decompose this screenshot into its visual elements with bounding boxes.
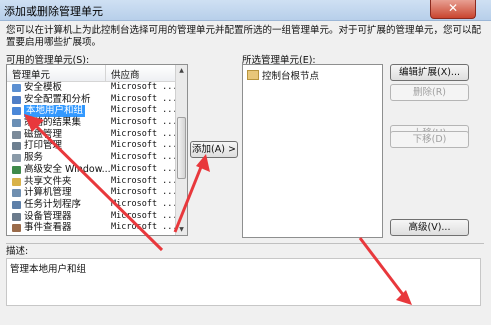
- move-down-button[interactable]: 下移(D): [390, 131, 469, 148]
- advanced-button[interactable]: 高级(V)...: [390, 219, 469, 236]
- description-label: 描述:: [6, 246, 29, 257]
- snapin-name: 事件查看器: [24, 222, 72, 234]
- snapin-name: 本地用户和组: [24, 105, 86, 118]
- column-header-name[interactable]: 管理单元: [12, 67, 50, 81]
- vertical-scrollbar[interactable]: ▲ ▼: [175, 65, 187, 235]
- list-item[interactable]: 计算机管理 Microsoft ...: [7, 187, 178, 199]
- snapin-icon: [12, 95, 21, 104]
- snapin-vendor: Microsoft ...: [111, 140, 178, 151]
- selected-snapins-list[interactable]: 控制台根节点: [242, 64, 383, 238]
- column-divider[interactable]: [105, 65, 106, 81]
- snapin-name: 安全配置和分析: [24, 93, 91, 105]
- snapin-icon: [12, 224, 21, 233]
- close-icon: ✕: [447, 1, 459, 15]
- snapin-icon: [12, 200, 21, 209]
- list-item[interactable]: 设备管理器 Microsoft ...: [7, 210, 178, 223]
- scroll-thumb[interactable]: [177, 117, 186, 179]
- list-item[interactable]: 安全模板 Microsoft ...: [7, 82, 178, 94]
- snapin-icon: [12, 189, 21, 198]
- list-item[interactable]: 高级安全 Window... Microsoft ...: [7, 163, 178, 176]
- snapin-icon: [12, 212, 21, 221]
- snapin-name: 共享文件夹: [24, 175, 72, 187]
- tree-item-console-root[interactable]: 控制台根节点: [247, 68, 319, 82]
- snapin-icon: [12, 154, 21, 163]
- list-item[interactable]: 策略的结果集 Microsoft ...: [7, 117, 178, 129]
- list-item[interactable]: 事件查看器 Microsoft ...: [7, 222, 178, 234]
- snapin-rows: 安全模板 Microsoft ... 安全配置和分析 Microsoft ... 本地用…: [7, 82, 178, 234]
- remove-button[interactable]: 删除(R): [390, 84, 469, 101]
- list-item[interactable]: 磁盘管理 Microsoft ...: [7, 128, 178, 141]
- snapin-icon: [12, 165, 21, 174]
- title-bar: 添加或删除管理单元 ✕: [0, 0, 491, 21]
- available-snapins-list[interactable]: 管理单元 供应商 安全模板 Microsoft ... 安全配置和分析 Microso…: [6, 64, 188, 236]
- snapin-name: 设备管理器: [24, 210, 72, 222]
- snapin-vendor: Microsoft ...: [111, 93, 178, 104]
- snapin-icon: [12, 130, 21, 139]
- column-header-vendor[interactable]: 供应商: [111, 67, 140, 81]
- list-item[interactable]: 任务计划程序 Microsoft ...: [7, 198, 178, 211]
- snapin-vendor: Microsoft ...: [111, 152, 178, 163]
- snapin-name: 策略的结果集: [24, 117, 82, 129]
- snapin-name: 任务计划程序: [24, 198, 82, 210]
- snapin-vendor: Microsoft ...: [111, 105, 178, 116]
- snapin-vendor: Microsoft ...: [111, 163, 178, 174]
- list-item[interactable]: 本地用户和组 Microsoft ...: [7, 105, 178, 118]
- snapin-icon: [12, 84, 21, 92]
- edit-extensions-button[interactable]: 编辑扩展(X)...: [390, 64, 469, 81]
- snapin-name: 服务: [24, 152, 44, 164]
- snapin-icon: [12, 142, 21, 151]
- window-title: 添加或删除管理单元: [4, 5, 103, 18]
- snapin-vendor: Microsoft ...: [111, 128, 178, 139]
- list-header: 管理单元 供应商: [7, 65, 175, 82]
- list-item[interactable]: 共享文件夹 Microsoft ...: [7, 175, 178, 188]
- instruction-text: 您可以在计算机上为此控制台选择可用的管理单元并配置所选的一组管理单元。对于可扩展…: [6, 25, 482, 48]
- snapin-vendor: Microsoft ...: [111, 82, 178, 92]
- close-button[interactable]: ✕: [430, 0, 476, 19]
- snapin-name: 打印管理: [24, 140, 63, 152]
- snapin-vendor: Microsoft ...: [111, 117, 178, 128]
- description-text: 管理本地用户和组: [10, 264, 87, 275]
- snapin-vendor: Microsoft ...: [111, 187, 178, 198]
- folder-icon: [247, 70, 259, 80]
- description-box: 管理本地用户和组: [6, 258, 481, 306]
- tree-item-label: 控制台根节点: [262, 71, 320, 82]
- snapin-name: 计算机管理: [24, 187, 72, 199]
- snapin-vendor: Microsoft ...: [111, 175, 178, 186]
- snapin-vendor: Microsoft ...: [111, 210, 178, 221]
- snapin-icon: [12, 107, 21, 116]
- add-button[interactable]: 添加(A) >: [190, 141, 238, 158]
- list-item[interactable]: 打印管理 Microsoft ...: [7, 140, 178, 152]
- list-item[interactable]: 服务 Microsoft ...: [7, 152, 178, 164]
- snapin-name: 高级安全 Window...: [24, 163, 111, 175]
- snapin-vendor: Microsoft ...: [111, 198, 178, 209]
- snapin-icon: [12, 177, 21, 186]
- list-item[interactable]: 安全配置和分析 Microsoft ...: [7, 93, 178, 106]
- snapin-icon: [12, 119, 21, 128]
- scroll-up-arrow-icon[interactable]: ▲: [176, 65, 187, 76]
- scroll-down-arrow-icon[interactable]: ▼: [176, 224, 187, 235]
- snapin-name: 安全模板: [24, 82, 63, 93]
- snapin-name: 磁盘管理: [24, 128, 63, 140]
- snapin-vendor: Microsoft ...: [111, 222, 178, 233]
